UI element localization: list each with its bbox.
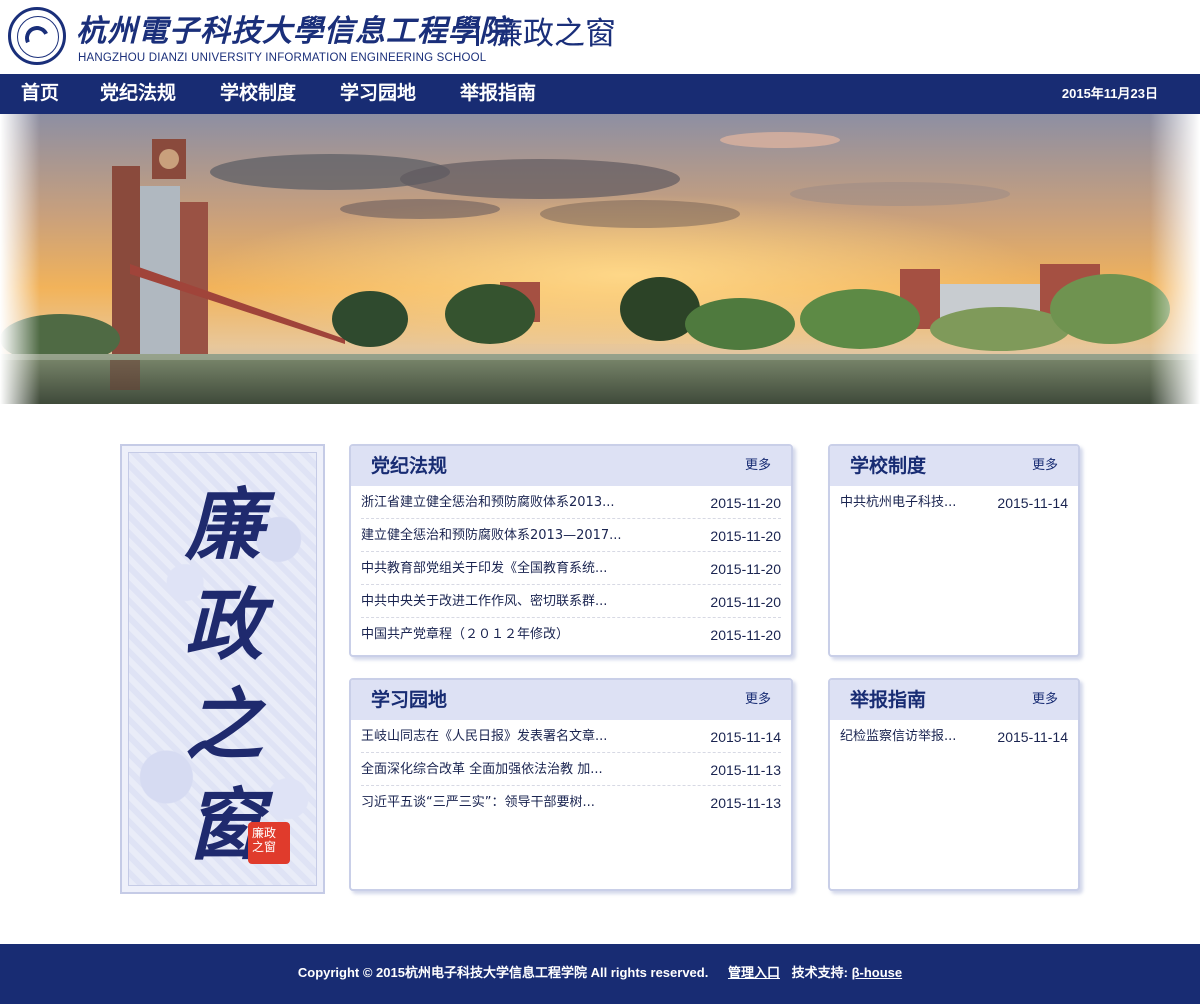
- campus-banner: [0, 114, 1200, 404]
- article-date: 2015-11-14: [710, 729, 781, 745]
- panel-header: 学习园地 更多: [351, 680, 791, 720]
- list-item[interactable]: 习近平五谈“三严三实”：领导干部要树... 2015-11-13: [361, 786, 781, 819]
- site-footer: Copyright © 2015杭州电子科技大学信息工程学院 All right…: [0, 944, 1200, 1004]
- article-date: 2015-11-20: [710, 495, 781, 511]
- article-date: 2015-11-14: [997, 729, 1068, 745]
- panel-title: 党纪法规: [371, 455, 448, 477]
- admin-link[interactable]: 管理入口: [728, 965, 780, 980]
- school-name-cn: 杭州電子科技大學信息工程學院: [76, 14, 510, 49]
- list-item[interactable]: 全面深化综合改革 全面加强依法治教 加... 2015-11-13: [361, 753, 781, 786]
- nav-item-report[interactable]: 举报指南: [460, 74, 536, 114]
- tech-support-label: 技术支持:: [791, 965, 848, 980]
- nav-item-home[interactable]: 首页: [21, 74, 59, 114]
- nav-item-school-rules[interactable]: 学校制度: [220, 74, 296, 114]
- more-link[interactable]: 更多: [745, 446, 771, 486]
- tech-support-link[interactable]: β-house: [852, 965, 903, 980]
- title-divider: [476, 20, 479, 46]
- panel-party-rules: 党纪法规 更多 浙江省建立健全惩治和预防腐败体系2013... 2015-11-2…: [349, 444, 793, 657]
- article-date: 2015-11-20: [710, 528, 781, 544]
- list-item[interactable]: 中国共产党章程（２０１２年修改） 2015-11-20: [361, 618, 781, 651]
- article-title[interactable]: 全面深化综合改革 全面加强依法治教 加...: [361, 753, 603, 787]
- nav-item-study[interactable]: 学习园地: [340, 74, 416, 114]
- list-item[interactable]: 纪检监察信访举报... 2015-11-14: [840, 720, 1068, 753]
- article-date: 2015-11-13: [710, 795, 781, 811]
- article-date: 2015-11-14: [997, 495, 1068, 511]
- list-item[interactable]: 中共教育部党组关于印发《全国教育系统... 2015-11-20: [361, 552, 781, 585]
- article-title[interactable]: 习近平五谈“三严三实”：领导干部要树...: [361, 786, 595, 820]
- article-list: 浙江省建立健全惩治和预防腐败体系2013... 2015-11-20 建立健全惩治…: [351, 486, 791, 651]
- nav-item-party-rules[interactable]: 党纪法规: [100, 74, 176, 114]
- site-title: 廉政之窗: [492, 16, 616, 52]
- list-item[interactable]: 中共中央关于改进工作作风、密切联系群... 2015-11-20: [361, 585, 781, 618]
- panel-title: 举报指南: [850, 689, 927, 711]
- school-name-en: HANGZHOU DIANZI UNIVERSITY INFORMATION E…: [78, 52, 487, 64]
- article-list: 纪检监察信访举报... 2015-11-14: [830, 720, 1078, 753]
- panel-school-rules: 学校制度 更多 中共杭州电子科技... 2015-11-14: [828, 444, 1080, 657]
- calligraphy-text: 廉政之窗: [184, 480, 263, 871]
- more-link[interactable]: 更多: [1032, 680, 1058, 720]
- list-item[interactable]: 中共杭州电子科技... 2015-11-14: [840, 486, 1068, 519]
- article-list: 王岐山同志在《人民日报》发表署名文章... 2015-11-14 全面深化综合改革…: [351, 720, 791, 819]
- panel-title: 学习园地: [371, 689, 448, 711]
- article-title[interactable]: 建立健全惩治和预防腐败体系2013—2017...: [361, 519, 622, 553]
- panel-report: 举报指南 更多 纪检监察信访举报... 2015-11-14: [828, 678, 1080, 891]
- more-link[interactable]: 更多: [745, 680, 771, 720]
- article-date: 2015-11-20: [710, 627, 781, 643]
- panel-header: 学校制度 更多: [830, 446, 1078, 486]
- red-seal-stamp: 廉政之窗: [248, 822, 290, 864]
- article-list: 中共杭州电子科技... 2015-11-14: [830, 486, 1078, 519]
- site-header: 杭州電子科技大學信息工程學院 HANGZHOU DIANZI UNIVERSIT…: [0, 0, 1200, 74]
- panel-study: 学习园地 更多 王岐山同志在《人民日报》发表署名文章... 2015-11-14 …: [349, 678, 793, 891]
- article-title[interactable]: 王岐山同志在《人民日报》发表署名文章...: [361, 720, 607, 754]
- article-date: 2015-11-13: [710, 762, 781, 778]
- panel-header: 党纪法规 更多: [351, 446, 791, 486]
- school-seal-logo[interactable]: [8, 7, 66, 65]
- current-date: 2015年11月23日: [1061, 86, 1158, 101]
- article-date: 2015-11-20: [710, 561, 781, 577]
- more-link[interactable]: 更多: [1032, 446, 1058, 486]
- integrity-window-artwork: 廉政之窗 廉政之窗: [120, 444, 325, 894]
- copyright-text: Copyright © 2015杭州电子科技大学信息工程学院 All right…: [297, 965, 709, 980]
- article-title[interactable]: 纪检监察信访举报...: [840, 720, 956, 754]
- banner-fade-left: [0, 114, 40, 404]
- article-title[interactable]: 中共杭州电子科技...: [840, 486, 956, 520]
- list-item[interactable]: 浙江省建立健全惩治和预防腐败体系2013... 2015-11-20: [361, 486, 781, 519]
- article-title[interactable]: 浙江省建立健全惩治和预防腐败体系2013...: [361, 486, 614, 520]
- article-date: 2015-11-20: [710, 594, 781, 610]
- banner-fade-right: [1150, 114, 1200, 404]
- article-title[interactable]: 中共中央关于改进工作作风、密切联系群...: [361, 585, 607, 619]
- article-title[interactable]: 中国共产党章程（２０１２年修改）: [361, 618, 569, 652]
- campus-sunset-image: [0, 114, 1200, 404]
- list-item[interactable]: 建立健全惩治和预防腐败体系2013—2017... 2015-11-20: [361, 519, 781, 552]
- main-nav: 首页 党纪法规 学校制度 学习园地 举报指南 2015年11月23日: [0, 74, 1200, 114]
- panel-header: 举报指南 更多: [830, 680, 1078, 720]
- list-item[interactable]: 王岐山同志在《人民日报》发表署名文章... 2015-11-14: [361, 720, 781, 753]
- seal-swirl-icon: [21, 22, 53, 54]
- article-title[interactable]: 中共教育部党组关于印发《全国教育系统...: [361, 552, 607, 586]
- panel-title: 学校制度: [850, 455, 927, 477]
